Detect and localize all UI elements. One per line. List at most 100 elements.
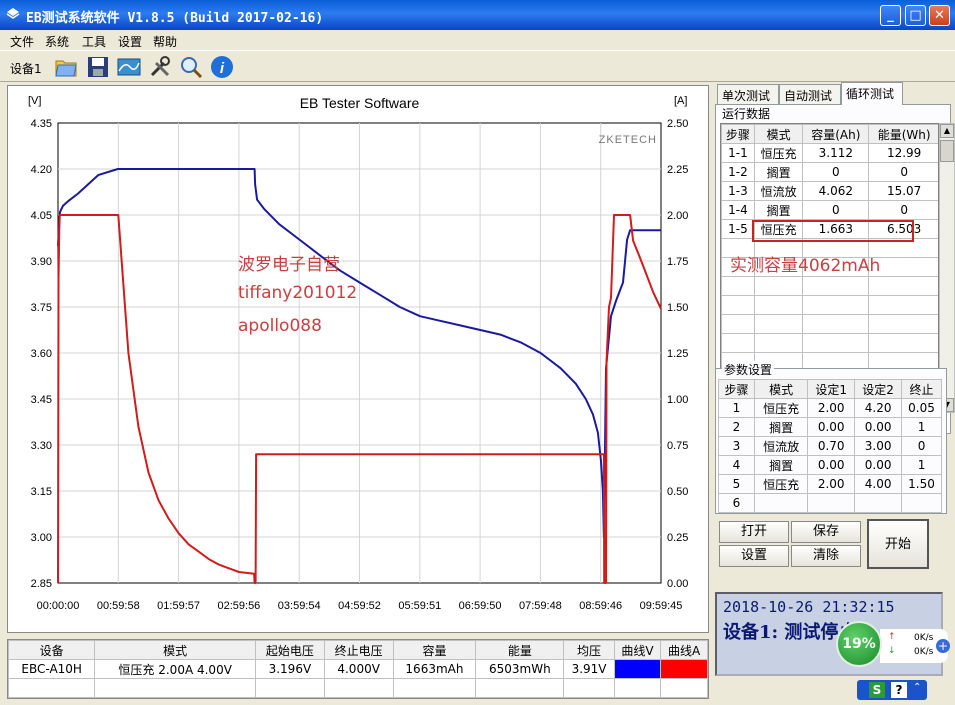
table-cell: 搁置 [753,455,809,475]
menu-bar: 文件 系统 工具 设置 帮助 [0,30,955,50]
menu-help[interactable]: 帮助 [153,33,177,50]
table-cell [802,333,870,353]
table-row[interactable]: 1 恒压充 2.00 4.20 0.05 [718,398,942,418]
table-row[interactable]: 1-4 搁置 0 0 [721,200,938,220]
table-row[interactable]: 1-2 搁置 0 0 [721,162,938,182]
table-cell [753,333,804,353]
table-cell [392,678,477,698]
chart-icon[interactable] [117,55,141,79]
search-icon[interactable] [179,55,203,79]
menu-file[interactable]: 文件 [10,33,34,50]
column-header: 能量(Wh) [868,124,938,144]
column-header: 终止电压 [323,640,394,660]
x-tick-label: 05:59:51 [398,600,441,612]
button-group: 打开 保存 设置 清除 开始 [719,517,943,573]
menu-system[interactable]: 系统 [45,33,69,50]
table-cell: 3 [718,436,755,456]
table-cell [868,295,938,315]
table-row [721,295,938,315]
chart-title: EB Tester Software [300,95,420,111]
save-icon[interactable] [86,55,110,79]
tab-cycle-test[interactable]: 循环测试 [841,82,903,105]
down-arrow-icon: ↓ [888,646,896,656]
right-tick-label: 0.75 [667,440,688,452]
menu-settings[interactable]: 设置 [118,33,142,50]
network-speeds: 0K/s 0K/s ↑ ↓ + [880,629,950,663]
table-row[interactable]: 6 [718,493,942,513]
column-header: 曲线A [660,640,708,660]
minimize-button[interactable]: _ [880,5,901,26]
right-tick-label: 1.00 [667,394,688,406]
table-cell: 恒压充 [753,398,809,418]
device-selector[interactable]: 设备1 [10,60,42,77]
column-header: 均压 [563,640,615,660]
open-button[interactable]: 打开 [719,521,789,543]
table-row[interactable]: 5 恒压充 2.00 4.00 1.50 [718,474,942,494]
right-tick-label: 2.00 [667,210,688,222]
clear-button[interactable]: 清除 [791,545,861,567]
params-table[interactable]: 步骤 模式 设定1 设定2 终止 1 恒压充 2.00 4.20 0.05 2 搁置 0.00 0.00… [718,379,942,513]
table-cell: 6 [718,493,755,513]
scroll-thumb[interactable] [940,140,954,162]
table-row[interactable]: 4 搁置 0.00 0.00 1 [718,455,942,475]
menu-tools[interactable]: 工具 [82,33,106,50]
table-cell: 搁置 [753,162,804,182]
highlight-box [752,220,914,242]
table-row[interactable]: 1-3 恒流放 4.062 15.07 [721,181,938,201]
network-widget[interactable]: 0K/s 0K/s ↑ ↓ + 19% [836,621,952,669]
watermark-text: 波罗电子自营 [238,255,340,275]
table-row [721,276,938,296]
tools-icon[interactable] [148,55,172,79]
chart-panel: 4.35 4.20 4.05 3.90 3.75 3.60 3.45 3.30 3.15 3.00… [7,85,709,633]
table-cell: 恒压充 2.00A 4.00V [94,659,256,679]
scroll-up-arrow[interactable]: ▲ [940,124,954,138]
table-row[interactable]: 1-1 恒压充 3.112 12.99 [721,143,938,163]
table-cell: 1-1 [721,143,755,163]
column-header: 模式 [753,124,804,144]
close-button[interactable]: ✕ [929,5,950,26]
table-cell [753,295,804,315]
right-tick-label: 0.25 [667,532,688,544]
column-header: 步骤 [718,379,755,399]
table-cell: 1 [901,455,942,475]
table-cell [563,678,615,698]
start-button[interactable]: 开始 [867,519,929,569]
settings-button[interactable]: 设置 [719,545,789,567]
watermark-label: ZKETECH [599,134,657,146]
table-cell [901,493,942,513]
upload-speed: 0K/s [914,633,934,643]
table-row [721,314,938,334]
table-cell: 0.00 [854,455,903,475]
table-row[interactable]: 3 恒流放 0.70 3.00 0 [718,436,942,456]
info-icon[interactable]: i [210,55,234,79]
table-cell [721,276,755,296]
table-cell [94,678,256,698]
table-cell [868,333,938,353]
left-tick-label: 3.60 [31,348,52,360]
table-cell: 1.50 [901,474,942,494]
folder-icon[interactable] [54,55,78,79]
window-title: EB测试系统软件 V1.8.5 (Build 2017-02-16) [26,11,324,26]
app-icon [6,8,20,19]
table-cell: 2.00 [807,398,856,418]
column-header: 设备 [7,640,96,660]
tab-auto-test[interactable]: 自动测试 [779,84,841,104]
table-row [721,333,938,353]
s-tray-icon[interactable]: S [869,682,885,698]
x-tick-label: 08:59:46 [579,600,622,612]
run-data-label: 运行数据 [720,105,773,122]
table-row[interactable]: 2 搁置 0.00 0.00 1 [718,417,942,437]
help-tray-icon[interactable]: ? [891,682,907,698]
table-cell [7,678,96,698]
table-cell [660,678,708,698]
save-button[interactable]: 保存 [791,521,861,543]
maximize-button[interactable]: □ [905,5,926,26]
add-icon[interactable]: + [936,639,950,653]
table-cell: 0.00 [807,455,856,475]
column-header: 设定2 [854,379,903,399]
table-cell [802,295,870,315]
tray-expand-icon[interactable]: ⌃ [913,682,921,693]
tab-single-test[interactable]: 单次测试 [717,84,779,104]
table-cell [721,333,755,353]
column-header: 设定1 [807,379,856,399]
